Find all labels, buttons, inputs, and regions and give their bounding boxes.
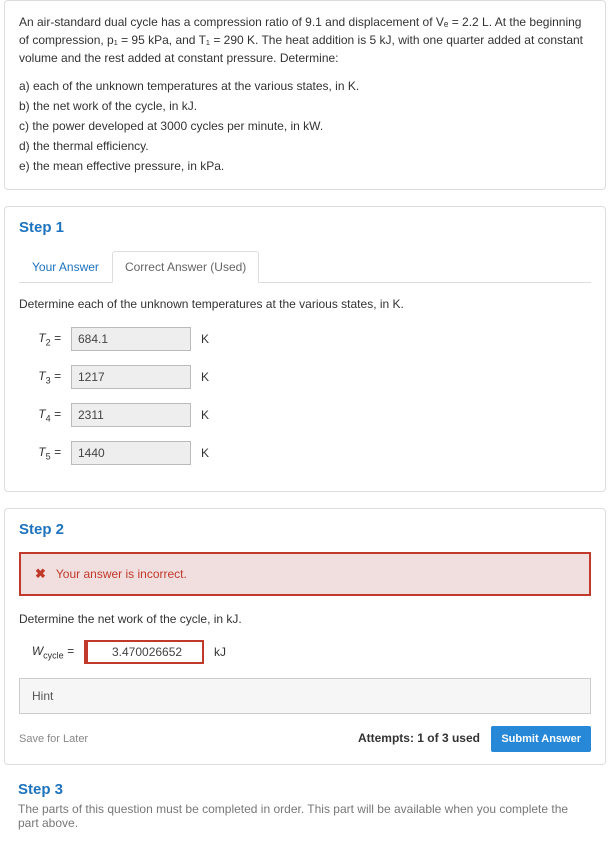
part-a: a) each of the unknown temperatures at t… — [19, 77, 591, 95]
wcycle-input[interactable] — [84, 640, 204, 664]
error-alert: ✖ Your answer is incorrect. — [19, 552, 591, 596]
step2-footer: Save for Later Attempts: 1 of 3 used Sub… — [19, 726, 591, 752]
hint-box[interactable]: Hint — [19, 678, 591, 714]
unit-wcycle: kJ — [214, 645, 226, 659]
wcycle-row: Wcycle = i kJ — [19, 640, 591, 664]
tab-your-answer[interactable]: Your Answer — [19, 251, 112, 283]
unit-t2: K — [201, 332, 209, 346]
step1-prompt: Determine each of the unknown temperatur… — [19, 297, 591, 311]
attempts-text: Attempts: 1 of 3 used — [358, 731, 480, 745]
temp-input-t2 — [71, 327, 191, 351]
problem-panel: An air-standard dual cycle has a compres… — [4, 0, 606, 190]
submit-button[interactable]: Submit Answer — [491, 726, 591, 752]
temp-input-t4 — [71, 403, 191, 427]
step1-body: Determine each of the unknown temperatur… — [19, 297, 591, 465]
temp-row-t4: T4 = K — [19, 403, 591, 427]
step2-title: Step 2 — [19, 521, 591, 538]
var-label-t3: T3 = — [19, 369, 61, 385]
step1-panel: Step 1 Your Answer Correct Answer (Used)… — [4, 206, 606, 492]
step3-section: Step 3 The parts of this question must b… — [4, 781, 606, 842]
temp-input-t5 — [71, 441, 191, 465]
unit-t3: K — [201, 370, 209, 384]
step2-panel: Step 2 ✖ Your answer is incorrect. Deter… — [4, 508, 606, 765]
error-text: Your answer is incorrect. — [56, 567, 187, 581]
part-e: e) the mean effective pressure, in kPa. — [19, 157, 591, 175]
var-label-t4: T4 = — [19, 407, 61, 423]
temp-row-t3: T3 = K — [19, 365, 591, 389]
step2-prompt: Determine the net work of the cycle, in … — [19, 612, 591, 626]
temp-row-t5: T5 = K — [19, 441, 591, 465]
temp-row-t2: T2 = K — [19, 327, 591, 351]
step3-locked-text: The parts of this question must be compl… — [18, 802, 592, 830]
var-label-t2: T2 = — [19, 331, 61, 347]
problem-text: An air-standard dual cycle has a compres… — [19, 13, 591, 175]
error-x-icon: ✖ — [35, 566, 46, 582]
part-d: d) the thermal efficiency. — [19, 137, 591, 155]
temp-input-t3 — [71, 365, 191, 389]
unit-t5: K — [201, 446, 209, 460]
part-b: b) the net work of the cycle, in kJ. — [19, 97, 591, 115]
part-c: c) the power developed at 3000 cycles pe… — [19, 117, 591, 135]
step1-tabs: Your Answer Correct Answer (Used) — [19, 250, 591, 283]
wcycle-input-wrap: i — [84, 640, 204, 664]
footer-right: Attempts: 1 of 3 used Submit Answer — [358, 726, 591, 752]
tab-correct-answer[interactable]: Correct Answer (Used) — [112, 251, 259, 283]
step3-title: Step 3 — [18, 781, 592, 798]
step1-title: Step 1 — [19, 219, 591, 236]
var-label-t5: T5 = — [19, 445, 61, 461]
problem-intro: An air-standard dual cycle has a compres… — [19, 13, 591, 67]
unit-t4: K — [201, 408, 209, 422]
problem-parts: a) each of the unknown temperatures at t… — [19, 77, 591, 175]
save-for-later[interactable]: Save for Later — [19, 733, 88, 745]
var-label-wcycle: Wcycle = — [19, 644, 74, 660]
